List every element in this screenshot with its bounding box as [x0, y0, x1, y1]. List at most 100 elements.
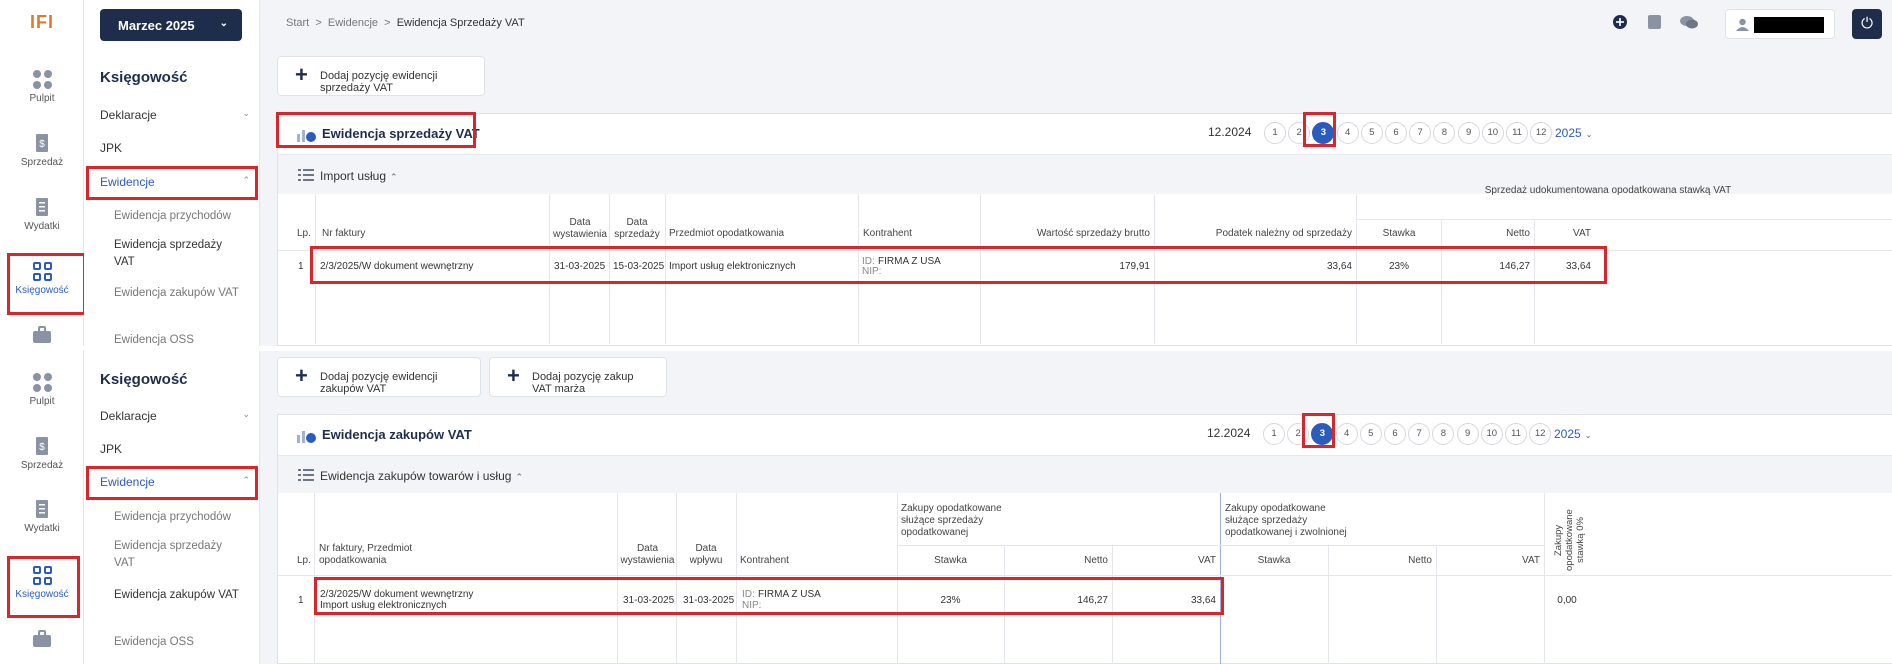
month-7[interactable]: 7 [1409, 122, 1432, 144]
month-8[interactable]: 8 [1432, 423, 1455, 445]
submenu-item-deklaracje[interactable]: Deklaracje ⌄ [100, 409, 250, 423]
chevron-down-icon: ⌄ [242, 108, 250, 118]
col-podatek: Podatek należny od sprzedaży [1215, 228, 1352, 239]
month-11[interactable]: 11 [1506, 122, 1528, 144]
cell-netto: 146,27 [1077, 595, 1108, 606]
period-label: 12.2024 [1208, 125, 1252, 139]
month-3[interactable]: 3 [1311, 423, 1334, 445]
rail-item-wydatki[interactable]: Wydatki [0, 499, 84, 534]
col-stawka: Stawka [1382, 228, 1416, 239]
month-6[interactable]: 6 [1385, 122, 1407, 144]
app-logo: IFI [30, 12, 54, 32]
month-6[interactable]: 6 [1384, 423, 1406, 445]
month-4[interactable]: 4 [1336, 122, 1359, 144]
rail-item-sprzedaz[interactable]: $ Sprzedaż [0, 133, 84, 168]
cell-data-sprz: 15-03-2025 [613, 261, 665, 272]
receipt-icon [36, 500, 48, 518]
purchases-title: Ewidencja zakupów VAT [322, 427, 472, 442]
year-selector[interactable]: 2025 ⌄ [1554, 427, 1591, 441]
briefcase-icon[interactable] [32, 630, 52, 648]
rail-item-pulpit[interactable]: Pulpit [0, 373, 84, 407]
month-8[interactable]: 8 [1433, 122, 1456, 144]
chat-icon[interactable] [1680, 15, 1698, 29]
list-icon [298, 169, 314, 181]
submenu-leaf-zakupow[interactable]: Ewidencja zakupów VAT [114, 587, 244, 604]
briefcase-icon[interactable] [32, 326, 52, 344]
submenu-item-jpk[interactable]: JPK [100, 141, 250, 155]
submenu-leaf-oss[interactable]: Ewidencja OSS [114, 332, 244, 346]
cell-kontrahent[interactable]: FIRMA Z USA [878, 256, 941, 267]
grid-icon [32, 566, 52, 585]
note-icon[interactable] [1648, 15, 1661, 29]
month-10[interactable]: 10 [1480, 423, 1503, 445]
sales-card: Ewidencja sprzedaży VAT 12.2024 12345678… [276, 112, 1892, 346]
rail-item-ksiegowosc[interactable]: Księgowość [0, 566, 84, 600]
cell-nr[interactable]: 2/3/2025/W dokument wewnętrzny [320, 261, 473, 272]
submenu-leaf-przychodow[interactable]: Ewidencja przychodów [114, 509, 244, 526]
month-1[interactable]: 1 [1263, 423, 1285, 445]
breadcrumb-ewidencje[interactable]: Ewidencje [328, 17, 378, 29]
submenu: Marzec 2025 ⌄ Księgowość Deklaracje ⌄ JPK … [84, 0, 260, 346]
col-nr-faktury: Nr faktury [322, 228, 366, 239]
breadcrumb-start[interactable]: Start [286, 17, 309, 29]
rail-item-wydatki[interactable]: Wydatki [0, 197, 84, 232]
month-9[interactable]: 9 [1456, 423, 1479, 445]
col-netto-2: Netto [1408, 555, 1432, 566]
user-menu[interactable] [1725, 9, 1835, 39]
submenu-leaf-przychodow[interactable]: Ewidencja przychodów [114, 208, 244, 225]
main-content: Start > Ewidencje > Ewidencja Sprzedaży … [260, 0, 1892, 346]
grid-icon [32, 262, 52, 281]
submenu-leaf-oss[interactable]: Ewidencja OSS [114, 634, 244, 651]
month-12[interactable]: 12 [1530, 122, 1553, 144]
section-zakupy-towarow[interactable]: Ewidencja zakupów towarów i usług ⌃ [278, 455, 1892, 493]
group-header-opodatkowanej: Zakupy opodatkowane służące sprzedaży op… [901, 503, 1002, 538]
month-5[interactable]: 5 [1359, 423, 1382, 445]
plus-icon: + [507, 363, 520, 388]
month-12[interactable]: 12 [1529, 423, 1552, 445]
month-2[interactable]: 2 [1287, 423, 1310, 445]
submenu-leaf-sprzedazy[interactable]: Ewidencja sprzedaży VAT [114, 538, 244, 572]
svg-text:$: $ [39, 139, 45, 150]
month-3[interactable]: 3 [1312, 122, 1335, 144]
year-selector[interactable]: 2025 ⌄ [1555, 126, 1592, 140]
add-sales-entry-button[interactable]: + Dodaj pozycję ewidencji sprzedaży VAT [277, 56, 485, 96]
submenu-leaf-zakupow[interactable]: Ewidencja zakupów VAT [114, 285, 244, 302]
main-content: + Dodaj pozycję ewidencji zakupów VAT + … [260, 351, 1892, 664]
month-10[interactable]: 10 [1481, 122, 1504, 144]
month-11[interactable]: 11 [1505, 423, 1527, 445]
month-1[interactable]: 1 [1264, 122, 1286, 144]
icon-rail: IFI Pulpit $ Sprzedaż Wydatki Księgowość [0, 0, 86, 346]
cell-vat: 33,64 [1565, 261, 1591, 272]
rail-item-sprzedaz[interactable]: $ Sprzedaż [0, 436, 84, 471]
group-header-zwolnionej: Zakupy opodatkowane służące sprzedaży op… [1225, 503, 1347, 538]
submenu-item-ewidencje[interactable]: Ewidencje ⌃ [100, 475, 250, 489]
cell-nr[interactable]: 2/3/2025/W dokument wewnętrzny [320, 589, 473, 600]
month-4[interactable]: 4 [1335, 423, 1358, 445]
power-icon[interactable]: ⏻ [1852, 9, 1882, 39]
list-icon [298, 469, 314, 481]
submenu-item-jpk[interactable]: JPK [100, 442, 250, 456]
invoice-dollar-icon: $ [36, 134, 48, 152]
add-purchase-entry-button[interactable]: + Dodaj pozycję ewidencji zakupów VAT [277, 357, 481, 397]
chevron-up-icon: ⌃ [242, 475, 250, 485]
col-stawka: Stawka [934, 555, 967, 566]
rail-item-ksiegowosc[interactable]: Księgowość [0, 262, 84, 296]
cell-lp: 1 [298, 595, 304, 606]
month-selector[interactable]: Marzec 2025 ⌄ [100, 9, 242, 41]
add-circle-icon[interactable] [1613, 15, 1627, 29]
month-9[interactable]: 9 [1457, 122, 1480, 144]
month-7[interactable]: 7 [1408, 423, 1431, 445]
icon-rail: Pulpit $ Sprzedaż Wydatki Księgowość [0, 351, 84, 664]
submenu-item-deklaracje[interactable]: Deklaracje ⌄ [100, 108, 250, 122]
col-lp: Lp. [297, 228, 311, 239]
cell-kontrahent[interactable]: FIRMA Z USA [758, 589, 821, 600]
add-margin-purchase-button[interactable]: + Dodaj pozycję zakup VAT marża [489, 357, 667, 397]
breadcrumb-current: Ewidencja Sprzedaży VAT [396, 17, 525, 29]
month-5[interactable]: 5 [1360, 122, 1383, 144]
submenu-leaf-sprzedazy[interactable]: Ewidencja sprzedaży VAT [114, 237, 244, 271]
rail-item-pulpit[interactable]: Pulpit [0, 70, 84, 104]
dashboard-dots-icon [32, 373, 52, 392]
submenu-item-ewidencje[interactable]: Ewidencje ⌃ [100, 175, 250, 189]
month-2[interactable]: 2 [1288, 122, 1311, 144]
chart-coin-icon [297, 431, 316, 443]
